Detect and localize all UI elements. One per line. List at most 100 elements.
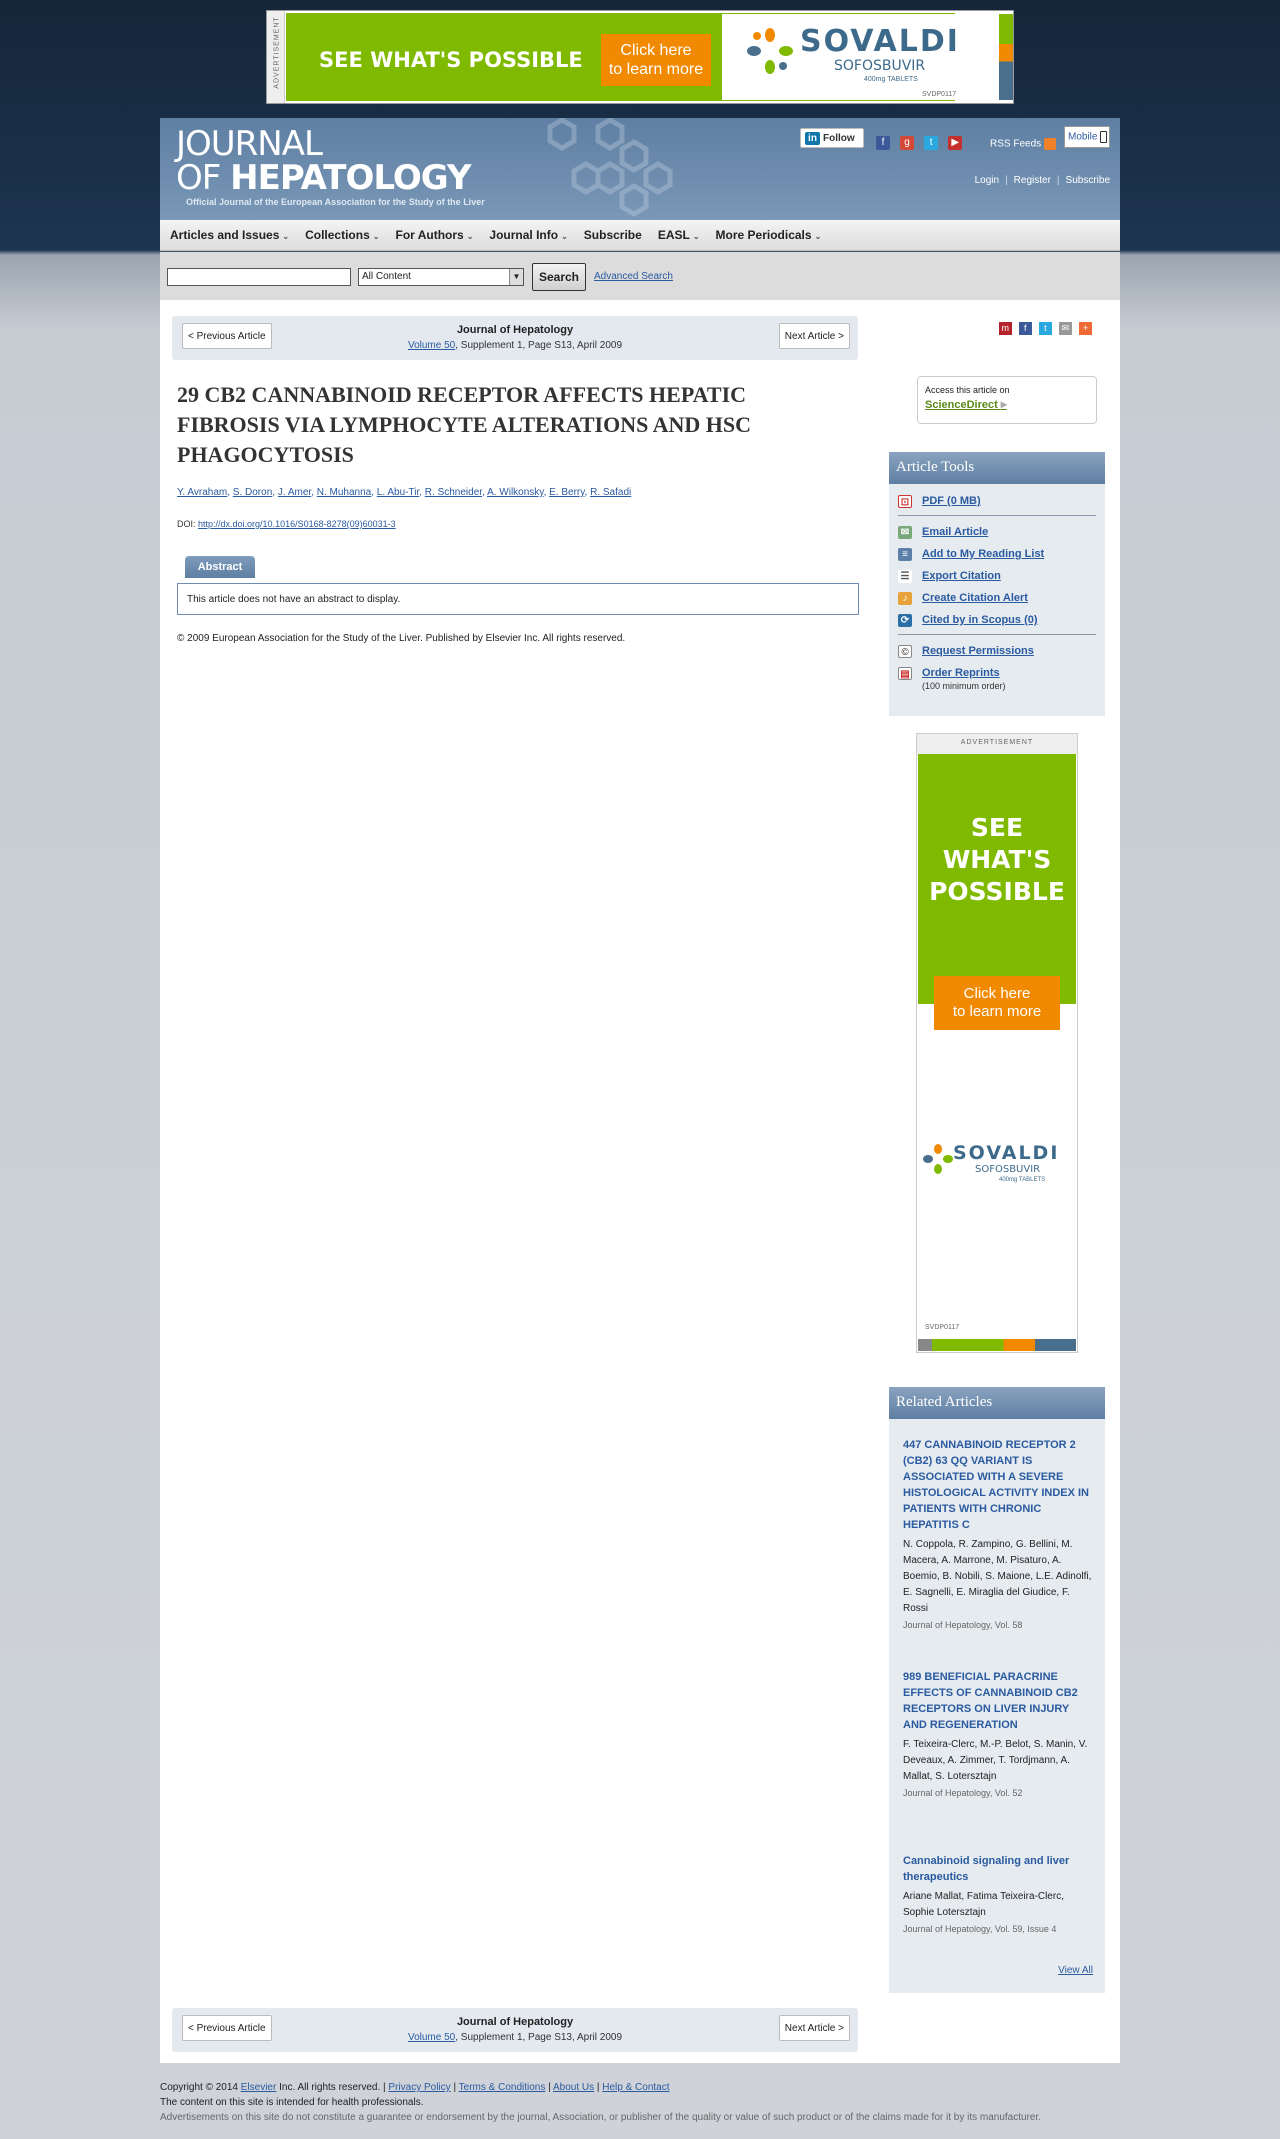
add-more-icon[interactable]: + — [1079, 322, 1092, 335]
nav-subscribe[interactable]: Subscribe — [584, 220, 658, 242]
main-nav: Articles and Issues ⌄ Collections ⌄ For Au… — [160, 220, 1120, 251]
reading-list-icon: ≡ — [898, 547, 912, 561]
email-icon[interactable]: ✉ — [1058, 322, 1072, 335]
related-articles-panel: Related Articles 447 CANNABINOID RECEPTO… — [889, 1387, 1105, 1993]
mobile-button[interactable]: Mobile — [1064, 126, 1110, 148]
footer-copyright: Copyright © 2014 Elsevier Inc. All right… — [160, 2082, 670, 2093]
nav-articles-and-issues[interactable]: Articles and Issues ⌄ — [170, 220, 305, 242]
twitter-icon[interactable]: t — [924, 136, 939, 150]
twitter-icon[interactable]: t — [1038, 322, 1052, 335]
search-scope-select[interactable]: All Content ▼ — [358, 268, 524, 286]
top-advertisement[interactable]: ADVERTISEMENT SEE WHAT'S POSSIBLE Click … — [266, 10, 1014, 104]
related-article-title-link[interactable]: 447 CANNABINOID RECEPTOR 2 (CB2) 63 QQ V… — [903, 1437, 1093, 1533]
doi: DOI: http://dx.doi.org/10.1016/S0168-827… — [177, 519, 396, 529]
email-article-link[interactable]: ✉ Email Article — [898, 521, 1096, 543]
site-header: JOURNAL OF HEPATOLOGY Official Journal o… — [160, 118, 1120, 220]
arrow-right-icon: ▸ — [1000, 397, 1007, 411]
ad-brand-block: SOVALDI SOFOSBUVIR 400mg TABLETS SVDP011… — [722, 14, 972, 100]
ad-dose: 400mg TABLETS — [999, 1177, 1046, 1183]
doi-link[interactable]: http://dx.doi.org/10.1016/S0168-8278(09)… — [198, 519, 396, 529]
abstract-tab[interactable]: Abstract — [185, 556, 255, 578]
article-copyright: © 2009 European Association for the Stud… — [177, 633, 626, 644]
author-link[interactable]: N. Muhanna — [317, 487, 371, 498]
advanced-search-link[interactable]: Advanced Search — [594, 271, 673, 282]
login-link[interactable]: Login — [975, 175, 999, 186]
author-link[interactable]: R. Safadi — [590, 487, 631, 498]
citation-alert-link[interactable]: ♪ Create Citation Alert — [898, 587, 1096, 609]
search-button[interactable]: Search — [532, 263, 586, 291]
linkedin-follow-button[interactable]: in Follow — [800, 128, 864, 148]
related-article-source: Journal of Hepatology, Vol. 59, Issue 4 — [903, 1924, 1057, 1934]
next-article-button[interactable]: Next Article > — [778, 323, 850, 349]
mendeley-icon[interactable]: m — [998, 322, 1012, 335]
facebook-icon[interactable]: f — [876, 136, 890, 150]
linkedin-icon: in — [805, 132, 820, 145]
pdf-link[interactable]: ⊡ PDF (0 MB) — [898, 490, 1096, 512]
author-link[interactable]: S. Doron — [233, 487, 272, 498]
related-article-title-link[interactable]: Cannabinoid signaling and liver therapeu… — [903, 1853, 1093, 1885]
hexagon-pattern-icon — [547, 118, 673, 217]
nav-collections[interactable]: Collections ⌄ — [305, 220, 395, 242]
account-links: Login | Register | Subscribe — [974, 175, 1110, 186]
elsevier-link[interactable]: Elsevier — [241, 2082, 277, 2093]
ad-generic-name: SOFOSBUVIR — [975, 1164, 1041, 1175]
article-nav-top: < Previous Article Journal of Hepatology… — [172, 316, 858, 360]
journal-subtitle: Official Journal of the European Associa… — [186, 197, 485, 207]
subscribe-link[interactable]: Subscribe — [1066, 175, 1110, 186]
rss-feeds-link[interactable]: RSS Feeds — [990, 138, 1057, 150]
about-us-link[interactable]: About Us — [553, 2082, 594, 2093]
issue-info: Volume 50, Supplement 1, Page S13, April… — [407, 2032, 623, 2043]
search-input[interactable] — [167, 268, 351, 286]
share-icons: m f t ✉ + — [995, 322, 1092, 335]
privacy-policy-link[interactable]: Privacy Policy — [388, 2082, 450, 2093]
ad-dose: 400mg TABLETS — [864, 76, 918, 83]
volume-link[interactable]: Volume 50 — [408, 2032, 455, 2043]
journal-logo-line2[interactable]: OF HEPATOLOGY — [176, 158, 472, 198]
sidebar-advertisement[interactable]: ADVERTISEMENT SEE WHAT'S POSSIBLE Click … — [916, 733, 1078, 1353]
search-bar: All Content ▼ Search Advanced Search — [160, 252, 1120, 300]
terms-link[interactable]: Terms & Conditions — [459, 2082, 546, 2093]
nav-for-authors[interactable]: For Authors ⌄ — [395, 220, 489, 242]
author-link[interactable]: R. Schneider — [425, 487, 482, 498]
view-all-link[interactable]: View All — [1058, 1965, 1093, 1976]
issue-info: Volume 50, Supplement 1, Page S13, April… — [407, 340, 623, 351]
author-link[interactable]: J. Amer — [278, 487, 311, 498]
social-icons: f g t ▶ — [876, 136, 969, 150]
ad-label: ADVERTISEMENT — [917, 734, 1077, 754]
related-article-source: Journal of Hepatology, Vol. 52 — [903, 1788, 1023, 1798]
pdf-icon: ⊡ — [898, 494, 912, 508]
youtube-icon[interactable]: ▶ — [948, 136, 963, 150]
volume-link[interactable]: Volume 50 — [408, 340, 455, 351]
facebook-icon[interactable]: f — [1018, 322, 1032, 335]
sovaldi-logo-icon — [747, 28, 793, 74]
article-tools-panel: Article Tools ⊡ PDF (0 MB) ✉ Email Article… — [889, 452, 1105, 716]
bell-icon: ♪ — [898, 591, 912, 605]
related-article-title-link[interactable]: 989 BENEFICIAL PARACRINE EFFECTS OF CANN… — [903, 1669, 1093, 1733]
nav-more-periodicals[interactable]: More Periodicals ⌄ — [716, 220, 838, 242]
nav-journal-info[interactable]: Journal Info ⌄ — [489, 220, 583, 242]
sciencedirect-link[interactable]: ScienceDirect ▸ — [925, 397, 1089, 411]
related-articles-title: Related Articles — [889, 1387, 1105, 1419]
reprints-note: (100 minimum order) — [922, 681, 1006, 691]
author-link[interactable]: L. Abu-Tir — [377, 487, 419, 498]
export-citation-link[interactable]: ☰ Export Citation — [898, 565, 1096, 587]
chevron-down-icon: ⌄ — [466, 232, 474, 241]
ad-brand-name: SOVALDI — [800, 24, 960, 59]
scopus-citations-link[interactable]: ⟳ Cited by in Scopus (0) — [898, 609, 1096, 631]
author-link[interactable]: A. Wilkonsky — [487, 487, 544, 498]
ad-cta-button[interactable]: Click here to learn more — [934, 976, 1060, 1030]
next-article-button[interactable]: Next Article > — [778, 2015, 850, 2041]
request-permissions-link[interactable]: © Request Permissions — [898, 640, 1096, 662]
journal-name: Journal of Hepatology — [456, 324, 574, 336]
register-link[interactable]: Register — [1014, 175, 1051, 186]
dropdown-arrow-icon: ▼ — [509, 269, 523, 285]
reading-list-link[interactable]: ≡ Add to My Reading List — [898, 543, 1096, 565]
related-article-authors: N. Coppola, R. Zampino, G. Bellini, M. M… — [903, 1539, 1092, 1614]
google-plus-icon[interactable]: g — [900, 136, 915, 150]
ad-cta-button[interactable]: Click here to learn more — [601, 34, 711, 86]
divider — [898, 634, 1096, 635]
help-contact-link[interactable]: Help & Contact — [602, 2082, 669, 2093]
author-link[interactable]: Y. Avraham — [177, 487, 227, 498]
nav-easl[interactable]: EASL ⌄ — [658, 220, 716, 242]
author-link[interactable]: E. Berry — [549, 487, 584, 498]
